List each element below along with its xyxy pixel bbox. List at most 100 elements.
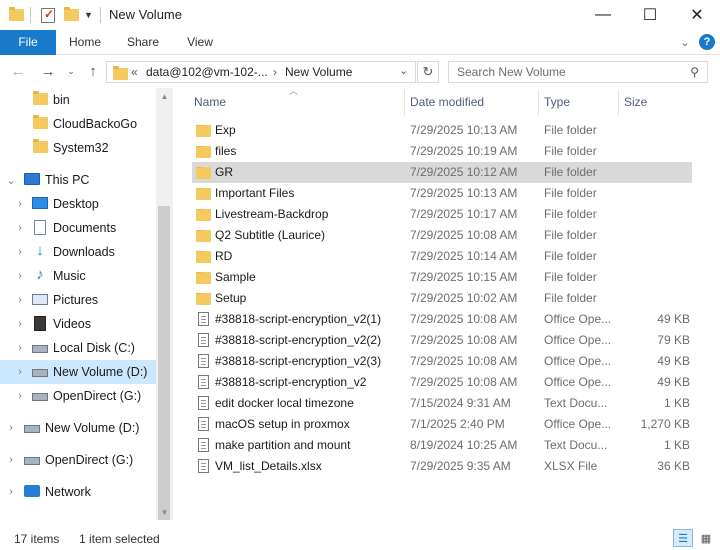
table-row[interactable]: #38818-script-encryption_v2(3) 7/29/2025 …: [192, 351, 692, 372]
column-divider[interactable]: [618, 90, 619, 116]
chevron-right-icon[interactable]: ›: [15, 246, 25, 258]
nav-item-documents[interactable]: › Documents: [0, 216, 156, 240]
nav-item-desktop[interactable]: › Desktop: [0, 192, 156, 216]
nav-item-network[interactable]: › Network: [0, 480, 156, 504]
chevron-right-icon[interactable]: ›: [15, 198, 25, 210]
expand-ribbon-icon[interactable]: ⌄: [677, 34, 693, 50]
tab-home[interactable]: Home: [62, 30, 108, 55]
nav-label: Downloads: [53, 245, 115, 259]
chevron-right-icon[interactable]: ›: [6, 422, 16, 434]
table-row[interactable]: #38818-script-encryption_v2(2) 7/29/2025 …: [192, 330, 692, 351]
chevron-right-icon[interactable]: ›: [15, 366, 25, 378]
chevron-right-icon[interactable]: ›: [15, 294, 25, 306]
customize-toolbar-icon[interactable]: ▼: [84, 6, 93, 24]
nav-item-opendirect-g-root[interactable]: › OpenDirect (G:): [0, 448, 156, 472]
nav-item-opendirect-g[interactable]: › OpenDirect (G:): [0, 384, 156, 408]
nav-item-pictures[interactable]: › Pictures: [0, 288, 156, 312]
nav-item-downloads[interactable]: › ↓ Downloads: [0, 240, 156, 264]
table-row[interactable]: Sample 7/29/2025 10:15 AM File folder: [192, 267, 692, 288]
table-row[interactable]: RD 7/29/2025 10:14 AM File folder: [192, 246, 692, 267]
table-row[interactable]: edit docker local timezone 7/15/2024 9:31…: [192, 393, 692, 414]
file-date: 7/29/2025 10:19 AM: [410, 144, 518, 158]
table-row[interactable]: Setup 7/29/2025 10:02 AM File folder: [192, 288, 692, 309]
chevron-right-icon[interactable]: ›: [6, 486, 16, 498]
table-row[interactable]: Exp 7/29/2025 10:13 AM File folder: [192, 120, 692, 141]
address-dropdown-icon[interactable]: ⌄: [399, 64, 415, 77]
recent-locations-icon[interactable]: ⌄: [64, 61, 78, 81]
breadcrumb-separator[interactable]: ›: [273, 65, 277, 79]
properties-icon[interactable]: [41, 6, 55, 24]
table-row[interactable]: GR 7/29/2025 10:12 AM File folder: [192, 162, 692, 183]
address-bar[interactable]: « data@102@vm-102-... › New Volume ⌄: [106, 61, 416, 83]
file-date: 7/29/2025 10:14 AM: [410, 249, 518, 263]
breadcrumb-current[interactable]: New Volume: [285, 65, 352, 79]
nav-item-new-volume-d[interactable]: › New Volume (D:): [0, 360, 156, 384]
scrollbar-thumb[interactable]: [158, 206, 170, 520]
file-date: 7/15/2024 9:31 AM: [410, 396, 511, 410]
videos-icon: [34, 316, 46, 331]
up-icon[interactable]: ↑: [84, 61, 102, 81]
new-folder-icon[interactable]: [64, 6, 79, 24]
table-row[interactable]: Livestream-Backdrop 7/29/2025 10:17 AM Fil…: [192, 204, 692, 225]
table-row[interactable]: Q2 Subtitle (Laurice) 7/29/2025 10:08 AM F…: [192, 225, 692, 246]
nav-item-bin[interactable]: bin: [0, 88, 156, 112]
nav-item-videos[interactable]: › Videos: [0, 312, 156, 336]
help-icon[interactable]: ?: [699, 34, 715, 50]
table-row[interactable]: make partition and mount 8/19/2024 10:25 …: [192, 435, 692, 456]
column-header-size[interactable]: Size: [624, 88, 694, 116]
column-header-date[interactable]: Date modified: [410, 88, 535, 116]
file-name: RD: [215, 249, 233, 263]
chevron-down-icon[interactable]: ⌄: [6, 174, 16, 187]
column-header-name[interactable]: Name: [194, 88, 399, 116]
chevron-right-icon[interactable]: ›: [15, 270, 25, 282]
table-row[interactable]: VM_list_Details.xlsx 7/29/2025 9:35 AM XLS…: [192, 456, 692, 477]
table-row[interactable]: macOS setup in proxmox 7/1/2025 2:40 PM Of…: [192, 414, 692, 435]
file-type: File folder: [544, 144, 597, 158]
scroll-up-icon[interactable]: ▲: [156, 88, 173, 104]
close-button[interactable]: ✕: [674, 0, 720, 30]
forward-icon[interactable]: →: [38, 61, 58, 81]
table-row[interactable]: Important Files 7/29/2025 10:13 AM File fo…: [192, 183, 692, 204]
nav-item-local-disk-c[interactable]: › Local Disk (C:): [0, 336, 156, 360]
folder-icon: [196, 272, 211, 284]
nav-item-cloudbackogo[interactable]: CloudBackoGo: [0, 112, 156, 136]
tab-view[interactable]: View: [178, 30, 222, 55]
file-name: #38818-script-encryption_v2(3): [215, 354, 382, 368]
table-row[interactable]: #38818-script-encryption_v2 7/29/2025 10:…: [192, 372, 692, 393]
large-icons-view-icon[interactable]: ▦: [696, 529, 716, 547]
overflow-chevron[interactable]: «: [131, 65, 138, 79]
file-name: macOS setup in proxmox: [215, 417, 350, 431]
nav-label: Network: [45, 485, 91, 499]
nav-item-system32[interactable]: System32: [0, 136, 156, 160]
chevron-right-icon[interactable]: ›: [15, 390, 25, 402]
file-date: 7/29/2025 10:13 AM: [410, 186, 518, 200]
column-header-type[interactable]: Type: [544, 88, 614, 116]
breadcrumb-parent[interactable]: data@102@vm-102-...: [146, 65, 268, 79]
chevron-right-icon[interactable]: ›: [15, 342, 25, 354]
column-divider[interactable]: [538, 90, 539, 116]
minimize-button[interactable]: —: [580, 0, 626, 30]
file-size: 79 KB: [657, 333, 690, 347]
nav-item-new-volume-d-root[interactable]: › New Volume (D:): [0, 416, 156, 440]
nav-scrollbar[interactable]: ▲ ▼: [156, 88, 173, 520]
table-row[interactable]: files 7/29/2025 10:19 AM File folder: [192, 141, 692, 162]
search-box[interactable]: ⚲: [448, 61, 708, 83]
details-view-icon[interactable]: ☰: [673, 529, 693, 547]
nav-item-this-pc[interactable]: ⌄ This PC: [0, 168, 156, 192]
chevron-right-icon[interactable]: ›: [15, 318, 25, 330]
column-divider[interactable]: [404, 90, 405, 116]
back-icon[interactable]: ←: [8, 61, 28, 81]
nav-item-music[interactable]: › ♪ Music: [0, 264, 156, 288]
file-size: 49 KB: [657, 312, 690, 326]
search-icon[interactable]: ⚲: [690, 65, 699, 79]
refresh-icon[interactable]: ↻: [417, 61, 439, 83]
file-date: 8/19/2024 10:25 AM: [410, 438, 518, 452]
search-input[interactable]: [457, 62, 677, 82]
scroll-down-icon[interactable]: ▼: [156, 504, 173, 520]
tab-file[interactable]: File: [0, 30, 56, 55]
table-row[interactable]: #38818-script-encryption_v2(1) 7/29/2025 …: [192, 309, 692, 330]
chevron-right-icon[interactable]: ›: [15, 222, 25, 234]
tab-share[interactable]: Share: [120, 30, 166, 55]
chevron-right-icon[interactable]: ›: [6, 454, 16, 466]
maximize-button[interactable]: ☐: [627, 0, 673, 30]
